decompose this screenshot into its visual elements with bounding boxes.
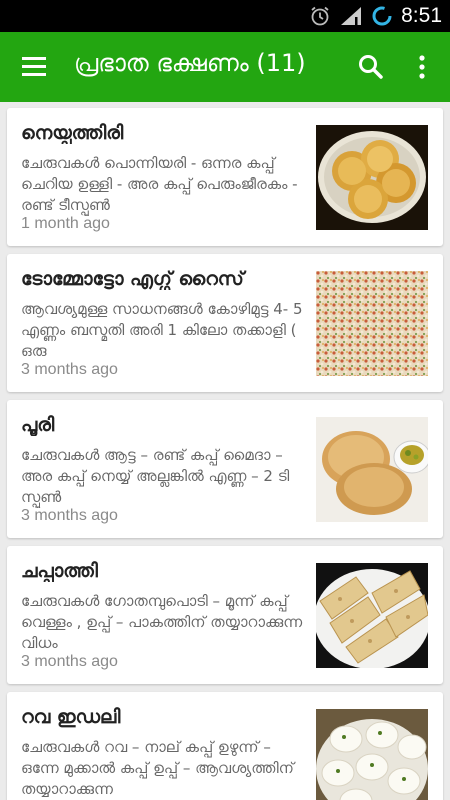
recipe-card[interactable]: പൂരി ചേരുവകൾ ആട്ട – രണ്ട് കപ്പ് മൈദാ – അ… bbox=[7, 400, 443, 538]
recipe-time: 1 month ago bbox=[21, 215, 110, 232]
recipe-thumbnail bbox=[316, 563, 428, 668]
recipe-card[interactable]: ടോമ്മോട്ടോ എഗ്ഗ് റൈസ് ആവശ്യമുള്ള സാധനങ്ങ… bbox=[7, 254, 443, 392]
recipe-card[interactable]: റവ ഇഡലി ചേരുവകൾ റവ – നാല് കപ്പ് ഉഴുന്ന് … bbox=[7, 692, 443, 800]
clock-time: 8:51 bbox=[401, 4, 442, 27]
more-vert-icon[interactable] bbox=[410, 52, 434, 82]
recipe-title: ടോമ്മോട്ടോ എഗ്ഗ് റൈസ് bbox=[21, 268, 244, 290]
recipe-thumbnail bbox=[316, 417, 428, 522]
recipe-thumbnail bbox=[316, 271, 428, 376]
recipe-card[interactable]: നെയ്പത്തിരി ചേരുവകൾ പൊന്നിയരി - ഒന്നര കപ… bbox=[7, 108, 443, 246]
recipe-title: ചപ്പാത്തി bbox=[21, 560, 98, 582]
page-title: പ്രഭാത ഭക്ഷണം (11) bbox=[74, 49, 306, 77]
recipe-title: പൂരി bbox=[21, 414, 55, 436]
recipe-snippet: ചേരുവകൾ ഗോതമ്പുപൊടി – മൂന്ന് കപ്പ് വെള്ള… bbox=[21, 592, 303, 652]
recipe-title: നെയ്പത്തിരി bbox=[21, 122, 124, 144]
recipe-snippet: ചേരുവകൾ പൊന്നിയരി - ഒന്നര കപ്പ് ചെറിയ ഉള… bbox=[21, 154, 298, 214]
status-icons: 8:51 bbox=[309, 0, 442, 32]
hamburger-menu-icon[interactable] bbox=[18, 51, 52, 83]
recipe-thumbnail bbox=[316, 709, 428, 800]
recipe-thumbnail bbox=[316, 125, 428, 230]
recipe-card[interactable]: ചപ്പാത്തി ചേരുവകൾ ഗോതമ്പുപൊടി – മൂന്ന് ക… bbox=[7, 546, 443, 684]
recipe-time: 3 months ago bbox=[21, 361, 118, 378]
recipe-time: 3 months ago bbox=[21, 653, 118, 670]
recipe-list: നെയ്പത്തിരി ചേരുവകൾ പൊന്നിയരി - ഒന്നര കപ… bbox=[0, 102, 450, 800]
app-bar: പ്രഭാത ഭക്ഷണം (11) bbox=[0, 32, 450, 102]
search-icon[interactable] bbox=[356, 52, 386, 82]
recipe-snippet: ചേരുവകൾ ആട്ട – രണ്ട് കപ്പ് മൈദാ – അര കപ്… bbox=[21, 446, 290, 506]
status-bar: 8:51 bbox=[0, 0, 450, 32]
recipe-title: റവ ഇഡലി bbox=[21, 706, 121, 728]
recipe-snippet: ചേരുവകൾ റവ – നാല് കപ്പ് ഉഴുന്ന് – ഒന്നേ … bbox=[21, 738, 294, 798]
recipe-snippet: ആവശ്യമുള്ള സാധനങ്ങൾ കോഴിമുട്ട 4- 5 എണ്ണം… bbox=[21, 300, 303, 360]
recipe-time: 3 months ago bbox=[21, 507, 118, 524]
sync-icon bbox=[371, 5, 393, 27]
signal-icon bbox=[339, 5, 363, 27]
alarm-icon bbox=[309, 5, 331, 27]
